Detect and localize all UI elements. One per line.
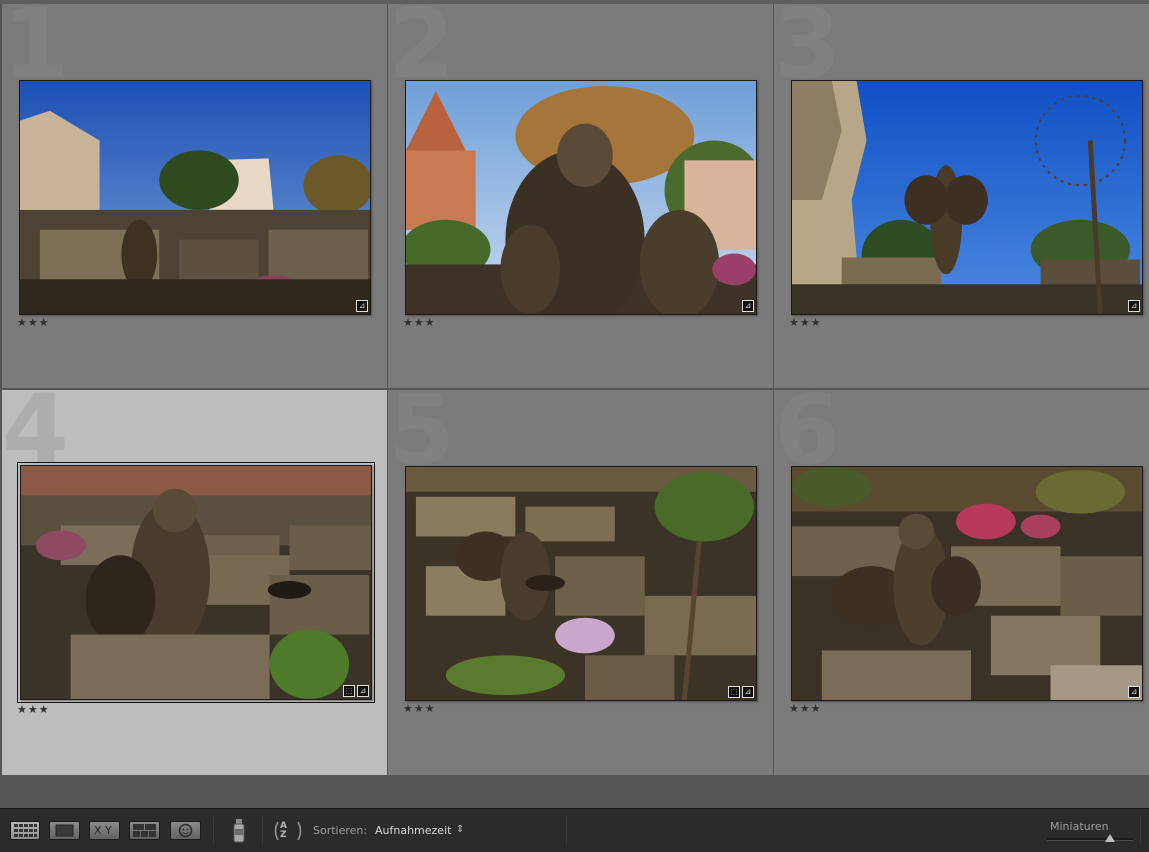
library-toolbar: X Y A Z Sortieren: Aufnahmezeit ⇕ Miniat… xyxy=(0,808,1149,852)
grid-cell-5[interactable]: 5 ⬚ ⊿ ★★★ xyxy=(388,390,773,775)
develop-edit-badge-icon: ⊿ xyxy=(742,300,754,312)
develop-edit-badge-icon: ⊿ xyxy=(357,685,369,697)
star-rating[interactable]: ★★★ xyxy=(403,702,436,715)
star-rating[interactable]: ★★★ xyxy=(17,316,50,329)
compare-view-button[interactable]: X Y xyxy=(89,821,120,840)
painter-spray-icon xyxy=(233,819,245,843)
photo-thumbnail[interactable]: ⊿ xyxy=(791,80,1143,315)
photo-thumbnail[interactable]: ⬚ ⊿ xyxy=(17,462,375,703)
cell-index-number: 3 xyxy=(774,4,841,100)
toolbar-separator xyxy=(213,817,214,845)
photo-thumbnail[interactable]: ⊿ xyxy=(405,80,757,315)
grid-view-icon xyxy=(14,824,37,837)
grid-view-button[interactable] xyxy=(10,821,40,840)
thumbnail-size-slider-handle[interactable] xyxy=(1104,834,1115,842)
chevron-updown-icon: ⇕ xyxy=(456,824,465,835)
grid-cell-4[interactable]: 4 ⬚ ⊿ ★★★ xyxy=(2,390,387,775)
grid-cell-3[interactable]: 3 ⊿ ★★★ xyxy=(774,4,1149,388)
loupe-view-button[interactable] xyxy=(49,821,80,840)
photo-thumbnail[interactable]: ⬚ ⊿ xyxy=(405,466,757,701)
crop-badge-icon: ⬚ xyxy=(343,685,355,697)
library-grid: 1 ⊿ ★★★ 2 ⊿ ★★★ 3 ⊿ ★★★ 4 ⬚ ⊿ ★★★ 5 ⬚ ⊿ … xyxy=(0,0,1149,776)
sort-direction-button[interactable]: A Z xyxy=(272,818,304,844)
photo-thumbnail[interactable]: ⊿ xyxy=(19,80,371,315)
cell-index-number: 5 xyxy=(388,390,455,486)
people-view-icon xyxy=(178,823,193,838)
grid-cell-2[interactable]: 2 ⊿ ★★★ xyxy=(388,4,773,388)
cell-index-number: 1 xyxy=(2,4,69,100)
survey-view-button[interactable] xyxy=(129,821,160,840)
crop-badge-icon: ⬚ xyxy=(728,686,740,698)
thumbnail-size-label: Miniaturen xyxy=(1050,820,1109,833)
sort-select[interactable]: Aufnahmezeit ⇕ xyxy=(370,821,470,841)
star-rating[interactable]: ★★★ xyxy=(17,703,50,716)
cell-index-number: 6 xyxy=(774,390,841,486)
grid-cell-6[interactable]: 6 ⊿ ★★★ xyxy=(774,390,1149,775)
compare-view-icon: X Y xyxy=(94,824,112,837)
toolbar-separator xyxy=(262,817,263,845)
sort-az-label: A Z xyxy=(280,821,287,840)
cell-index-number: 2 xyxy=(388,4,455,100)
develop-edit-badge-icon: ⊿ xyxy=(356,300,368,312)
star-rating[interactable]: ★★★ xyxy=(789,316,822,329)
sort-label: Sortieren: xyxy=(313,824,368,837)
develop-edit-badge-icon: ⊿ xyxy=(742,686,754,698)
loupe-view-icon xyxy=(55,824,74,837)
sort-select-value: Aufnahmezeit xyxy=(375,824,452,837)
star-rating[interactable]: ★★★ xyxy=(403,316,436,329)
star-rating[interactable]: ★★★ xyxy=(789,702,822,715)
toolbar-separator xyxy=(566,817,567,845)
photo-thumbnail[interactable]: ⊿ xyxy=(791,466,1143,701)
painter-spray-button[interactable] xyxy=(230,817,248,845)
develop-edit-badge-icon: ⊿ xyxy=(1128,300,1140,312)
thumbnail-size-slider[interactable] xyxy=(1047,838,1133,841)
people-view-button[interactable] xyxy=(170,821,201,840)
survey-view-icon xyxy=(133,824,156,837)
develop-edit-badge-icon: ⊿ xyxy=(1128,686,1140,698)
toolbar-separator xyxy=(1140,817,1141,845)
grid-bottom-area xyxy=(0,776,1149,808)
grid-cell-1[interactable]: 1 ⊿ ★★★ xyxy=(2,4,387,388)
